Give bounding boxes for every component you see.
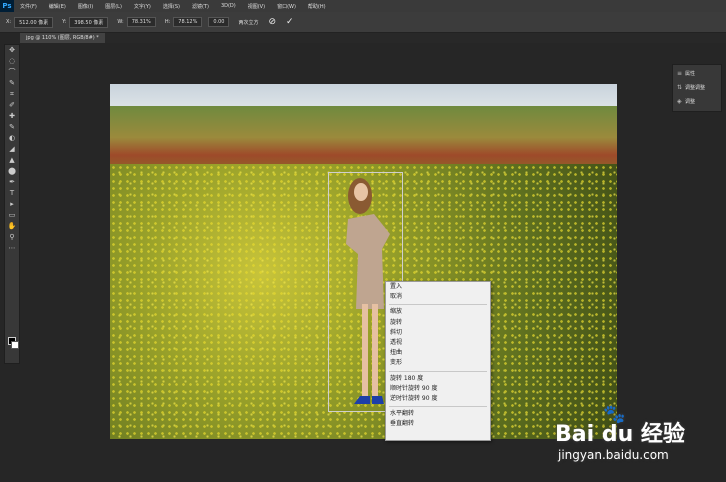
menu-select[interactable]: 选择(S) [157,3,186,10]
panel-item-adjust[interactable]: ⇅ 调整调整 [673,81,721,93]
panel-item-label: 调整调整 [685,84,706,91]
menu-place[interactable]: 置入 [386,282,490,292]
height-field[interactable]: 78.12% [173,17,203,27]
menu-edit[interactable]: 编辑(E) [43,3,72,10]
h-label: H: [164,19,171,25]
background-color-swatch[interactable] [11,341,19,349]
eyedropper-tool-icon[interactable]: ✐ [5,100,19,111]
menu-separator [389,304,487,306]
menu-separator [389,406,487,408]
menubar: Ps 文件(F) 编辑(E) 图像(I) 图层(L) 文字(Y) 选择(S) 滤… [0,0,726,12]
shape-tool-icon[interactable]: ▭ [5,210,19,221]
menu-separator [389,370,487,372]
menu-flip-horizontal[interactable]: 水平翻转 [386,409,490,419]
menu-cancel[interactable]: 取消 [386,292,490,302]
menu-distort[interactable]: 扭曲 [386,348,490,358]
menu-rotate-90-cw[interactable]: 顺时针旋转 90 度 [386,384,490,394]
eraser-tool-icon[interactable]: ◢ [5,144,19,155]
move-tool-icon[interactable]: ✥ [5,45,19,56]
baidu-jingyan-watermark: 🐾 Bai du 经验 jingyan.baidu.com [555,404,715,474]
photoshop-logo: Ps [0,0,14,12]
menu-layer[interactable]: 图层(L) [99,3,128,10]
w-label: W: [117,19,124,25]
menu-rotate[interactable]: 旋转 [386,318,490,328]
options-bar: X: 512.00 像素 Y: 398.50 像素 W: 78.31% H: 7… [0,12,726,33]
marquee-tool-icon[interactable]: ◌ [5,56,19,67]
menu-flip-vertical[interactable]: 垂直翻转 [386,419,490,429]
menu-file[interactable]: 文件(F) [14,3,43,10]
dodge-tool-icon[interactable]: ⬤ [5,166,19,177]
quick-select-tool-icon[interactable]: ✎ [5,78,19,89]
y-field[interactable]: 398.50 像素 [69,16,109,28]
y-label: Y: [62,19,67,25]
panel-item-properties[interactable]: ≡ 属性 [673,67,721,79]
stamp-tool-icon[interactable]: ◐ [5,133,19,144]
interpolation-select[interactable]: 两次立方 [238,19,258,26]
menu-rotate-180[interactable]: 旋转 180 度 [386,374,490,384]
crop-tool-icon[interactable]: ⌗ [5,89,19,100]
path-select-tool-icon[interactable]: ▸ [5,199,19,210]
properties-panel: ≡ 属性 ⇅ 调整调整 ◈ 调整 [672,64,722,112]
menu-warp[interactable]: 变形 [386,358,490,368]
zoom-tool-icon[interactable]: ⚲ [5,232,19,243]
transform-context-menu: 置入 取消 缩放 旋转 斜切 透视 扭曲 变形 旋转 180 度 顺时针旋转 9… [385,281,491,441]
watermark-url: jingyan.baidu.com [558,448,669,462]
menu-rotate-90-ccw[interactable]: 逆时针旋转 90 度 [386,394,490,404]
document-tab[interactable]: jpg @ 110% (图层, RGB/8#) * [20,33,105,43]
menu-filter[interactable]: 滤镜(T) [186,3,215,10]
tools-panel: ✥ ◌ ⌒ ✎ ⌗ ✐ ✚ ✎ ◐ ◢ ▲ ⬤ ✒ T ▸ ▭ ✋ ⚲ ⋯ [4,44,20,364]
menu-3d[interactable]: 3D(D) [215,3,242,9]
document-tabbar: jpg @ 110% (图层, RGB/8#) * [20,33,726,43]
panel-item-label: 调整 [685,98,696,105]
cancel-transform-icon[interactable]: ⊘ [269,17,277,27]
styles-icon: ◈ [677,97,682,105]
adjustments-icon: ⇅ [677,83,683,91]
menu-scale[interactable]: 缩放 [386,307,490,317]
panel-item-label: 属性 [685,70,696,77]
menu-skew[interactable]: 斜切 [386,328,490,338]
panel-item-styles[interactable]: ◈ 调整 [673,95,721,107]
more-tools-icon[interactable]: ⋯ [5,243,19,254]
menu-perspective[interactable]: 透视 [386,338,490,348]
menu-image[interactable]: 图像(I) [72,3,99,10]
x-field[interactable]: 512.00 像素 [14,16,54,28]
blur-tool-icon[interactable]: ▲ [5,155,19,166]
brush-tool-icon[interactable]: ✎ [5,122,19,133]
menu-type[interactable]: 文字(Y) [128,3,157,10]
type-tool-icon[interactable]: T [5,188,19,199]
x-label: X: [6,19,12,25]
menu-view[interactable]: 视图(V) [242,3,271,10]
pen-tool-icon[interactable]: ✒ [5,177,19,188]
healing-tool-icon[interactable]: ✚ [5,111,19,122]
menu-window[interactable]: 窗口(W) [271,3,302,10]
properties-icon: ≡ [677,69,683,77]
rotate-field[interactable]: 0.00 [208,17,230,27]
menu-help[interactable]: 帮助(H) [302,3,332,10]
lasso-tool-icon[interactable]: ⌒ [5,67,19,78]
hand-tool-icon[interactable]: ✋ [5,221,19,232]
width-field[interactable]: 78.31% [126,17,156,27]
commit-transform-icon[interactable]: ✓ [286,17,294,27]
watermark-brand: Bai du 经验 [555,422,685,447]
